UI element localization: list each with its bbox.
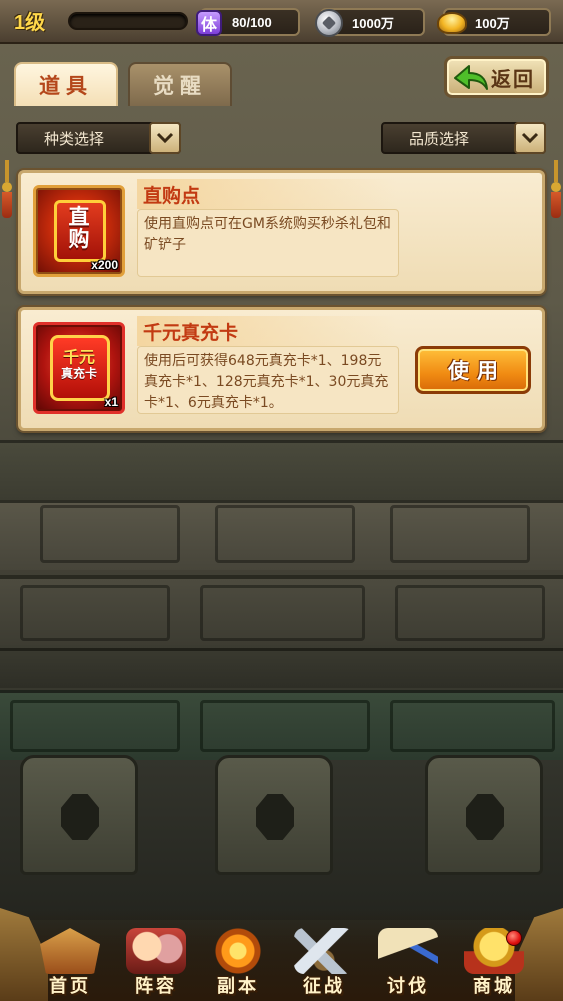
back-arrow-icon: [454, 65, 488, 90]
nav-label: 征战: [303, 976, 345, 997]
nav-crusade[interactable]: 讨伐: [370, 928, 446, 1000]
experience-bar: [68, 12, 188, 30]
nav-instance[interactable]: 副本: [200, 928, 276, 1000]
stamina-icon: 体: [196, 10, 222, 36]
item-name: 直购点: [137, 179, 397, 209]
gold-value: 100万: [475, 15, 510, 31]
nav-label: 阵容: [135, 976, 177, 997]
tassel-decoration: [551, 160, 561, 218]
nav-label: 首页: [49, 976, 91, 997]
silver-display[interactable]: 1000万: [315, 8, 425, 37]
chevron-down-icon[interactable]: [514, 122, 546, 154]
crusade-icon: [378, 928, 438, 974]
item-description: 使用后可获得648元真充卡*1、198元真充卡*1、128元真充卡*1、30元真…: [137, 346, 399, 414]
nav-campaign[interactable]: 征战: [286, 928, 362, 1000]
stamina-value: 80/100: [232, 14, 272, 30]
item-card[interactable]: 千元 真充卡 x1 千元真充卡 使用后可获得648元真充卡*1、198元真充卡*…: [18, 307, 545, 431]
silver-coin-icon: [315, 9, 343, 37]
recharge-card-icon[interactable]: 千元 真充卡 x1: [33, 322, 125, 414]
notification-dot: [506, 930, 522, 946]
tab-awaken[interactable]: 觉醒: [128, 62, 232, 106]
team-icon: [126, 928, 186, 974]
item-icon-text: 直购: [68, 204, 90, 251]
item-quantity: x1: [104, 395, 118, 409]
quality-filter-label: 品质选择: [409, 129, 470, 148]
item-icon-text: 千元: [62, 346, 96, 366]
player-level: 1级: [14, 12, 46, 34]
item-icon-subtext: 真充卡: [60, 366, 98, 381]
gold-ingot-icon: [437, 12, 467, 34]
type-filter-label: 种类选择: [44, 129, 105, 148]
chevron-down-icon[interactable]: [149, 122, 181, 154]
campaign-icon: [294, 928, 354, 974]
silver-value: 1000万: [352, 15, 394, 31]
item-name: 千元真充卡: [137, 316, 397, 346]
nav-label: 讨伐: [387, 976, 429, 997]
quality-filter-dropdown[interactable]: 品质选择: [381, 122, 546, 154]
instance-icon: [208, 928, 268, 974]
type-filter-dropdown[interactable]: 种类选择: [16, 122, 181, 154]
nav-home[interactable]: 首页: [32, 928, 108, 1000]
top-status-bar: 1级 体 80/100 1000万 100万: [0, 0, 563, 44]
use-button[interactable]: 使用: [415, 346, 531, 394]
tab-items[interactable]: 道具: [14, 62, 118, 106]
item-card[interactable]: 直购 x200 直购点 使用直购点可在GM系统购买秒杀礼包和矿铲子: [18, 170, 545, 294]
nav-team[interactable]: 阵容: [118, 928, 194, 1000]
return-button[interactable]: 返回: [444, 56, 549, 98]
nav-label: 商城: [473, 976, 515, 997]
item-description: 使用直购点可在GM系统购买秒杀礼包和矿铲子: [137, 209, 399, 277]
nav-label: 副本: [217, 976, 259, 997]
tassel-decoration: [2, 160, 12, 218]
stamina-display[interactable]: 体 80/100: [196, 8, 300, 36]
item-quantity: x200: [91, 258, 118, 272]
direct-buy-points-icon[interactable]: 直购 x200: [33, 185, 125, 277]
home-icon: [40, 928, 100, 974]
gold-display[interactable]: 100万: [437, 8, 551, 36]
return-button-label: 返回: [491, 66, 535, 91]
